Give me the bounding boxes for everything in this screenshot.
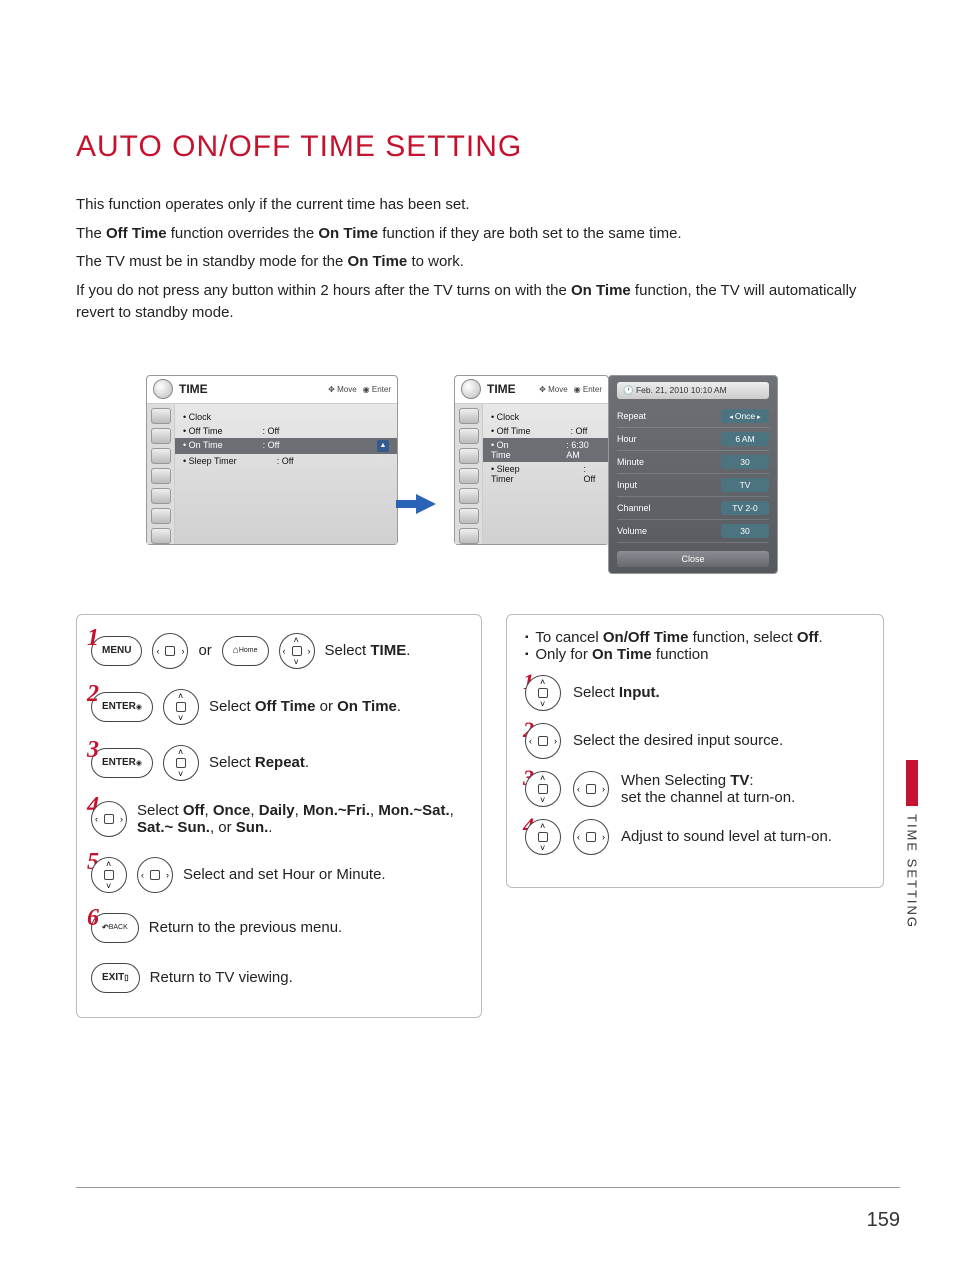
nav-lr-icon: ‹›	[137, 857, 173, 893]
intro-block: This function operates only if the curre…	[76, 194, 884, 325]
sidebar-icon	[151, 468, 171, 484]
osd-title: TIME	[179, 382, 208, 396]
page-number: 159	[867, 1209, 900, 1232]
note-1: To cancel On/Off Time function, select O…	[525, 629, 865, 646]
nav-lr-icon: ‹›	[91, 801, 127, 837]
detail-channel-value: TV 2-0	[721, 501, 769, 515]
nav-ud-icon: ˄˅	[163, 689, 199, 725]
or-text: or	[198, 642, 211, 659]
clock-icon	[153, 379, 173, 399]
intro-p3: The TV must be in standby mode for the O…	[76, 251, 884, 274]
sidebar-icon	[151, 508, 171, 524]
sidebar-icon	[459, 408, 479, 424]
detail-close: Close	[617, 551, 769, 567]
sidebar-icon	[459, 468, 479, 484]
osd-selected-row: On Time: 6:30 AM	[483, 438, 608, 462]
nav-lr-icon: ‹›	[573, 771, 609, 807]
sidebar-icon	[151, 448, 171, 464]
detail-panel: 🕐 Feb. 21, 2010 10:10 AM RepeatOnce Hour…	[608, 375, 778, 574]
step-number: 3	[87, 737, 99, 764]
step-number: 1	[87, 625, 99, 652]
enter-button: ENTER◉	[91, 748, 153, 778]
sidebar-icon	[151, 488, 171, 504]
detail-date: 🕐 Feb. 21, 2010 10:10 AM	[617, 382, 769, 399]
page-title: AUTO ON/OFF TIME SETTING	[76, 130, 884, 164]
notes-panel: To cancel On/Off Time function, select O…	[506, 614, 884, 888]
osd-left: TIME ✥ Move◉ Enter Clock Off Time: Off O…	[146, 375, 398, 545]
osd-selected-row: On Time: Off▲	[175, 438, 397, 454]
intro-p4: If you do not press any button within 2 …	[76, 280, 884, 325]
sidebar-icon	[459, 508, 479, 524]
nav-lr-icon: ‹›	[525, 723, 561, 759]
side-tab: TIME SETTING	[900, 760, 924, 929]
nav-lr-icon: ‹›	[573, 819, 609, 855]
detail-repeat-value: Once	[721, 409, 769, 423]
nav-all-icon: ‹›˄˅	[279, 633, 315, 669]
exit-button: EXIT ▯	[91, 963, 140, 993]
detail-volume-value: 30	[721, 524, 769, 538]
osd-sidebar	[147, 404, 175, 544]
step-number: 2	[87, 681, 99, 708]
osd-right: TIME ✥ Move◉ Enter Clock	[454, 375, 609, 545]
sidebar-icon	[151, 528, 171, 544]
footer-rule	[76, 1187, 900, 1188]
sidebar-icon	[459, 488, 479, 504]
side-tab-marker	[906, 760, 918, 806]
sidebar-icon	[459, 448, 479, 464]
step-number: 6	[87, 905, 99, 932]
home-button: ⌂Home	[222, 636, 269, 666]
detail-input-value: TV	[721, 478, 769, 492]
intro-p1: This function operates only if the curre…	[76, 194, 884, 217]
note-2: Only for On Time function	[525, 646, 865, 663]
osd-list: Clock Off Time: Off On Time: Off▲ Sleep …	[175, 404, 397, 544]
osd-list: Clock Off Time: Off On Time: 6:30 AM Sle…	[483, 404, 608, 544]
nav-lr-icon: ‹›	[152, 633, 188, 669]
osd-title: TIME	[487, 382, 516, 396]
nav-ud-icon: ˄˅	[525, 819, 561, 855]
sidebar-icon	[459, 528, 479, 544]
detail-minute-value: 30	[721, 455, 769, 469]
nav-ud-icon: ˄˅	[525, 771, 561, 807]
spinner-icon: ▲	[377, 440, 389, 452]
detail-hour-value: 6 AM	[721, 432, 769, 446]
steps-panel: 1 MENU ‹› or ⌂Home ‹›˄˅ Select TIME. 2 E…	[76, 614, 482, 1018]
nav-ud-icon: ˄˅	[525, 675, 561, 711]
clock-icon	[461, 379, 481, 399]
nav-ud-icon: ˄˅	[91, 857, 127, 893]
enter-button: ENTER◉	[91, 692, 153, 722]
sidebar-icon	[151, 408, 171, 424]
arrow-right-icon	[416, 494, 436, 514]
sidebar-icon	[459, 428, 479, 444]
side-tab-label: TIME SETTING	[905, 814, 920, 929]
sidebar-icon	[151, 428, 171, 444]
osd-sidebar	[455, 404, 483, 544]
nav-ud-icon: ˄˅	[163, 745, 199, 781]
intro-p2: The Off Time function overrides the On T…	[76, 223, 884, 246]
